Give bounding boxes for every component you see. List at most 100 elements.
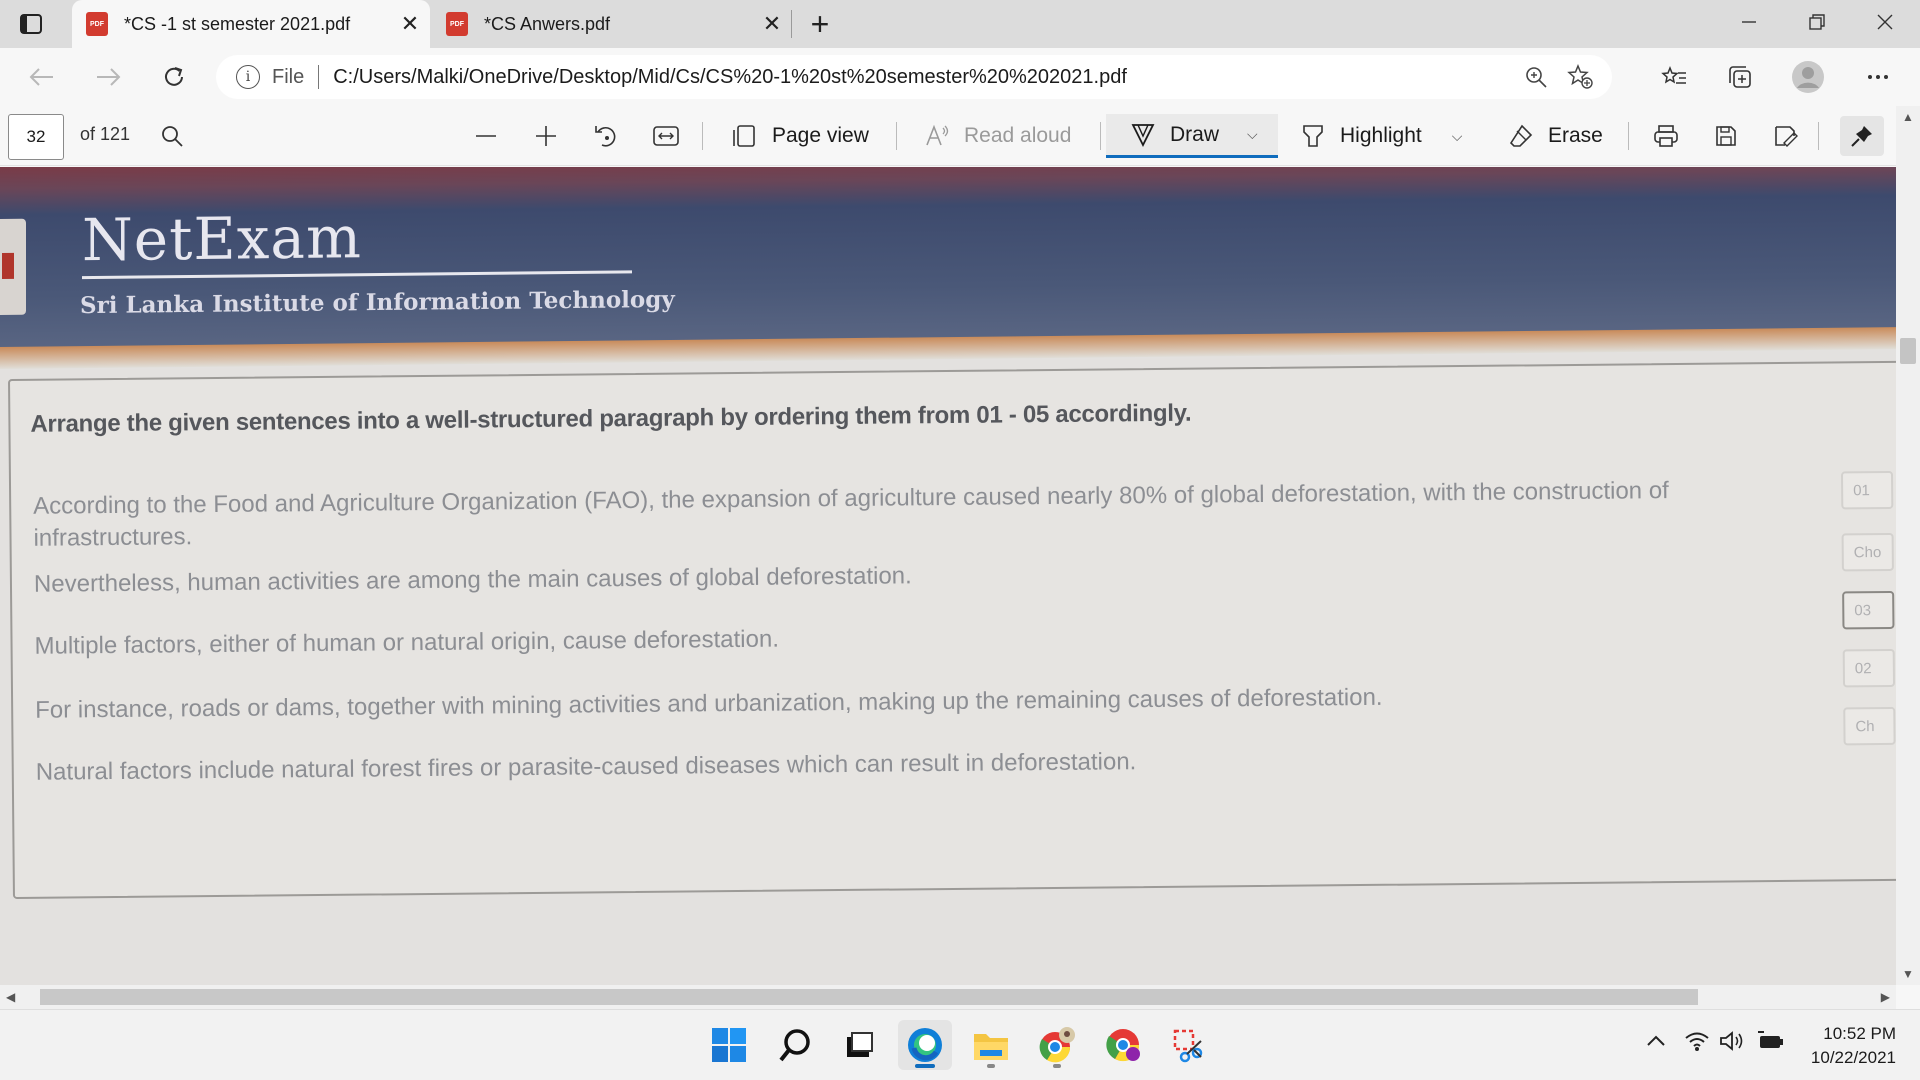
order-select[interactable]: 01 (1840, 470, 1894, 510)
forward-icon[interactable] (88, 57, 128, 97)
volume-icon[interactable] (1718, 1030, 1746, 1058)
favorites-icon[interactable] (1654, 57, 1694, 97)
scroll-left-icon[interactable]: ◀ (6, 990, 15, 1004)
question-instruction: Arrange the given sentences into a well-… (30, 399, 1192, 438)
vertical-scroll-thumb[interactable] (1900, 338, 1916, 364)
chrome-profile-icon[interactable] (1030, 1020, 1084, 1070)
pdf-page-content: NetExam Sri Lanka Institute of Informati… (0, 167, 1896, 985)
draw-button[interactable]: Draw ⌵ (1106, 114, 1278, 158)
minimize-icon[interactable] (1716, 0, 1782, 44)
page-view-button[interactable]: Page view (730, 114, 869, 158)
system-clock[interactable]: 10:52 PM 10/22/2021 (1811, 1022, 1896, 1070)
url-text[interactable]: C:/Users/Malki/OneDrive/Desktop/Mid/Cs/C… (333, 66, 1514, 89)
tab-strip: PDF *CS -1 st semester 2021.pdf ✕ PDF *C… (0, 0, 1920, 48)
toolbar-divider (702, 122, 703, 150)
erase-label: Erase (1548, 124, 1603, 147)
document-header-banner: NetExam Sri Lanka Institute of Informati… (0, 167, 1896, 351)
highlight-label: Highlight (1340, 124, 1422, 147)
edge-browser-icon[interactable] (898, 1020, 952, 1070)
running-indicator (987, 1064, 995, 1068)
read-aloud-icon (926, 124, 949, 146)
wifi-icon[interactable] (1684, 1030, 1710, 1058)
page-view-label: Page view (772, 124, 869, 147)
clock-time: 10:52 PM (1823, 1024, 1896, 1043)
brand-subtitle: Sri Lanka Institute of Information Techn… (80, 285, 675, 320)
toolbar-divider (1818, 122, 1819, 150)
new-tab-button[interactable]: + (800, 4, 840, 44)
highlight-button[interactable]: Highlight ⌵ (1300, 114, 1462, 158)
horizontal-scrollbar[interactable]: ◀ ▶ (0, 985, 1896, 1009)
brand-title: NetExam (82, 203, 363, 275)
tab-title: *CS Anwers.pdf (484, 13, 611, 34)
refresh-icon[interactable] (154, 57, 194, 97)
highlighter-icon (1303, 125, 1323, 147)
scheme-label: File (272, 65, 305, 88)
save-as-icon[interactable] (1768, 118, 1804, 154)
profile-avatar[interactable] (1788, 57, 1828, 97)
search-icon[interactable] (768, 1020, 822, 1070)
print-icon[interactable] (1648, 118, 1684, 154)
zoom-in-icon[interactable] (528, 118, 564, 154)
pdf-file-icon: PDF (86, 12, 108, 36)
back-icon[interactable] (22, 57, 62, 97)
read-aloud-label: Read aloud (964, 124, 1072, 147)
tab-title: *CS -1 st semester 2021.pdf (124, 13, 351, 34)
page-number-input[interactable]: 32 (8, 114, 64, 160)
sentence-item: According to the Food and Agriculture Or… (33, 477, 1669, 552)
close-tab-icon[interactable]: ✕ (752, 4, 792, 44)
toolbar-divider (1100, 122, 1101, 150)
draw-label: Draw (1170, 122, 1220, 146)
tab-cs-semester[interactable]: PDF *CS -1 st semester 2021.pdf ✕ (72, 0, 430, 48)
chevron-down-icon[interactable]: ⌵ (1452, 128, 1463, 145)
windows-start-icon[interactable] (702, 1020, 756, 1070)
sentence-item: Multiple factors, either of human or nat… (34, 625, 780, 660)
battery-icon[interactable] (1756, 1030, 1786, 1058)
zoom-icon[interactable] (1514, 55, 1558, 99)
add-favorite-icon[interactable] (1558, 55, 1602, 99)
page-count: of 121 (80, 124, 131, 144)
clock-date: 10/22/2021 (1810, 1048, 1896, 1067)
more-options-icon[interactable] (1858, 57, 1898, 97)
draw-icon (1131, 123, 1155, 147)
tab-cs-answers[interactable]: PDF *CS Anwers.pdf ✕ (432, 0, 792, 48)
order-select[interactable]: 03 (1842, 590, 1895, 630)
vertical-scrollbar[interactable]: ▲ ▼ (1896, 106, 1920, 985)
eraser-icon (1509, 124, 1533, 147)
scroll-down-icon[interactable]: ▼ (1902, 967, 1914, 981)
horizontal-scroll-thumb[interactable] (40, 989, 1698, 1005)
chevron-down-icon[interactable]: ⌵ (1247, 126, 1258, 143)
chrome-icon[interactable] (1096, 1020, 1150, 1070)
scroll-right-icon[interactable]: ▶ (1881, 990, 1890, 1004)
sentence-item: Nevertheless, human activities are among… (33, 562, 912, 598)
scroll-up-icon[interactable]: ▲ (1902, 110, 1914, 124)
tab-actions-icon[interactable] (18, 11, 44, 37)
read-aloud-button[interactable]: Read aloud (924, 114, 1071, 158)
pin-toolbar-icon[interactable] (1840, 116, 1884, 156)
restore-icon[interactable] (1784, 0, 1850, 44)
collections-icon[interactable] (1720, 57, 1760, 97)
address-bar[interactable]: i File C:/Users/Malki/OneDrive/Desktop/M… (216, 55, 1612, 99)
order-select[interactable]: Cho (1841, 532, 1894, 572)
site-info-icon[interactable]: i (236, 65, 260, 89)
fit-to-width-icon[interactable] (648, 118, 684, 154)
sentence-item: Natural factors include natural forest f… (35, 748, 1137, 786)
rotate-icon[interactable] (588, 118, 624, 154)
erase-button[interactable]: Erase (1508, 114, 1603, 158)
question-panel: Arrange the given sentences into a well-… (8, 360, 1896, 899)
zoom-out-icon[interactable] (468, 118, 504, 154)
file-explorer-icon[interactable] (964, 1020, 1018, 1070)
sentence-item: For instance, roads or dams, together wi… (35, 683, 1383, 724)
close-tab-icon[interactable]: ✕ (390, 4, 430, 44)
order-select[interactable]: 02 (1842, 648, 1896, 688)
task-view-icon[interactable] (832, 1020, 886, 1070)
toolbar-divider (1628, 122, 1629, 150)
running-indicator (1053, 1064, 1061, 1068)
find-icon[interactable] (154, 118, 190, 154)
save-icon[interactable] (1708, 118, 1744, 154)
close-window-icon[interactable] (1852, 0, 1918, 44)
snipping-tool-icon[interactable] (1162, 1020, 1216, 1070)
order-select[interactable]: Ch (1843, 706, 1896, 746)
show-hidden-icons[interactable] (1646, 1030, 1666, 1053)
taskbar: 10:52 PM 10/22/2021 (0, 1009, 1920, 1080)
navigation-bar: i File C:/Users/Malki/OneDrive/Desktop/M… (0, 48, 1920, 106)
